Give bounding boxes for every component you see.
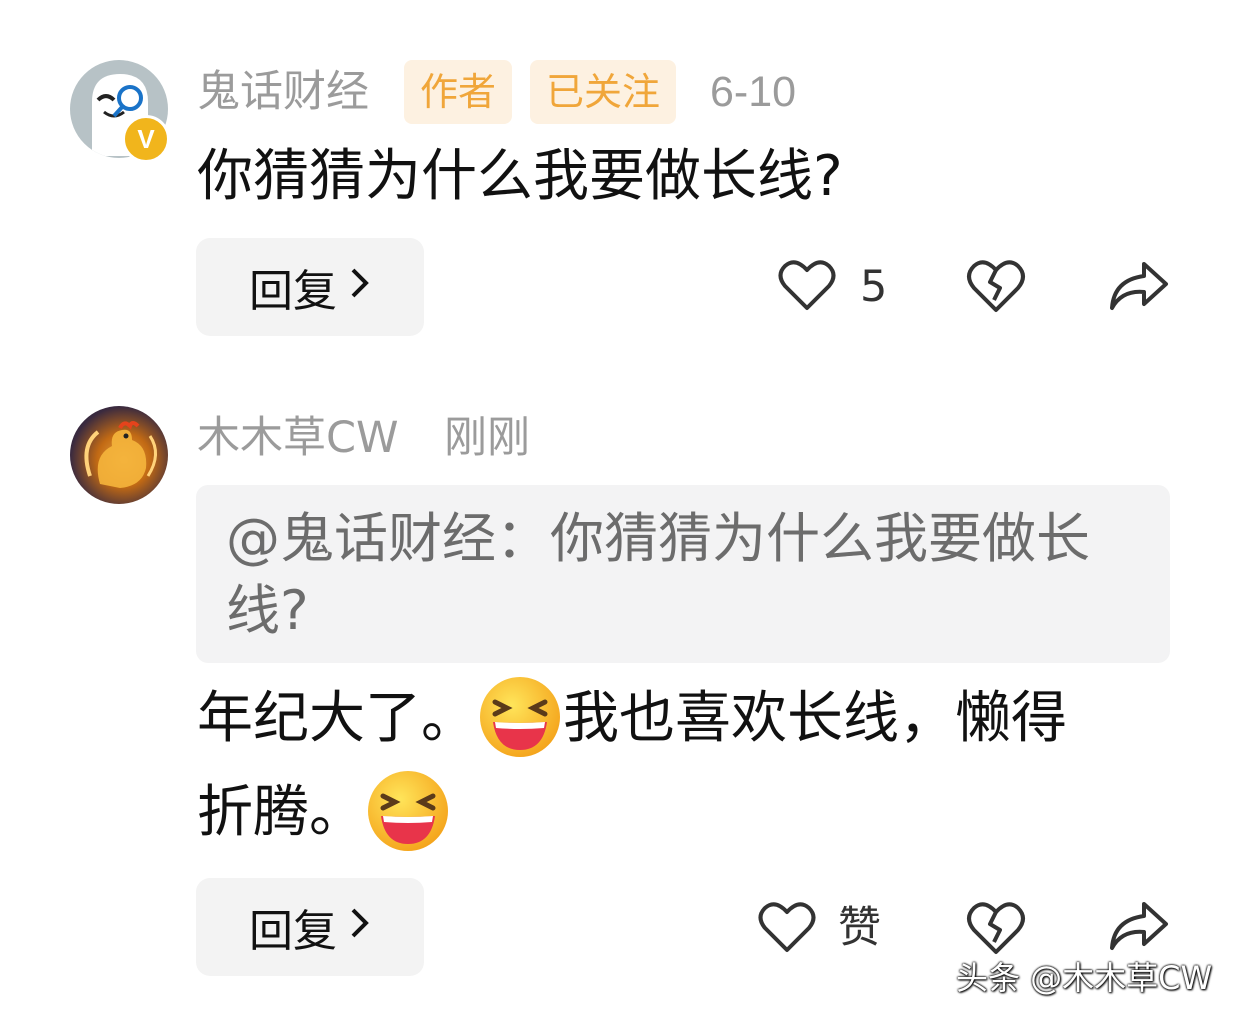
reply-button[interactable]: 回复 (196, 878, 424, 976)
rooster-avatar-image (70, 406, 168, 504)
share-icon (1110, 262, 1168, 310)
heart-icon (778, 260, 836, 310)
comment-author-name[interactable]: 鬼话财经 (197, 62, 369, 122)
quoted-comment-text: @鬼话财经：你猜猜为什么我要做长线? (226, 507, 1090, 642)
dislike-button[interactable] (966, 900, 1026, 962)
broken-heart-icon (967, 260, 1025, 312)
user-avatar-mumucao[interactable] (70, 406, 168, 504)
share-button[interactable] (1108, 258, 1170, 318)
comment-author-name[interactable]: 木木草CW (197, 408, 399, 468)
chevron-right-icon (349, 904, 371, 950)
laughing-emoji-icon (477, 676, 563, 760)
comment-time: 刚刚 (444, 414, 530, 462)
like-count: 5 (860, 262, 888, 312)
watermark: 头条 @木木草CW (956, 959, 1213, 997)
broken-heart-icon (967, 902, 1025, 954)
comment-date: 6-10 (710, 68, 797, 116)
quoted-comment[interactable]: @鬼话财经：你猜猜为什么我要做长线? (196, 485, 1170, 663)
comment-text-part2: 我也喜欢长线，懒得 (563, 686, 1067, 751)
comment-text-part1: 年纪大了。 (197, 686, 477, 751)
like-button[interactable] (758, 900, 816, 960)
laughing-emoji-icon (365, 770, 451, 854)
followed-tag: 已关注 (530, 60, 677, 124)
verified-badge-icon: V (122, 115, 170, 163)
user-avatar-guihua[interactable]: V (70, 60, 170, 163)
reply-button[interactable]: 回复 (196, 238, 424, 336)
reply-label: 回复 (249, 266, 337, 317)
dislike-button[interactable] (966, 258, 1026, 320)
heart-icon (758, 902, 816, 952)
like-label: 赞 (838, 903, 881, 953)
share-icon (1110, 902, 1168, 950)
comment-text: 你猜猜为什么我要做长线? (197, 144, 843, 209)
share-button[interactable] (1108, 898, 1170, 958)
comment-text: 年纪大了。 我也喜欢长线，懒得 折腾。 (197, 672, 1187, 860)
chevron-right-icon (349, 264, 371, 310)
reply-label: 回复 (249, 906, 337, 957)
comment-text-part3: 折腾。 (197, 780, 365, 845)
author-tag: 作者 (404, 60, 513, 124)
like-button[interactable] (778, 258, 836, 318)
